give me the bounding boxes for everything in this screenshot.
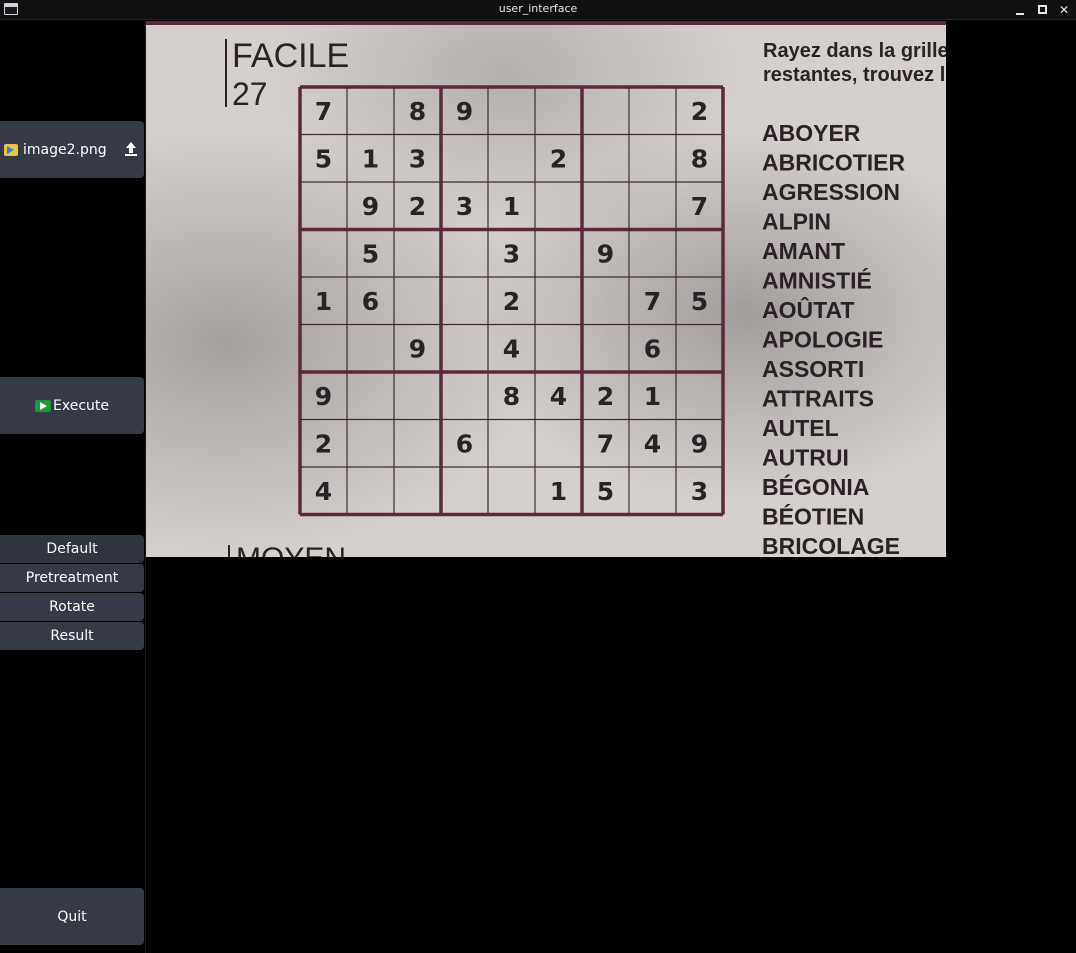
grid-digit: 4 [644,429,661,458]
grid-digit: 4 [550,382,567,411]
maximize-button[interactable] [1033,1,1051,19]
puzzle-number: 27 [232,76,268,112]
grid-digit: 2 [503,287,520,316]
grid-digit: 2 [409,192,426,221]
word-list-item: ALPIN [762,209,831,235]
difficulty-label: FACILE [232,37,349,75]
grid-digit: 7 [597,429,614,458]
mode-result-button[interactable]: Result [0,622,144,650]
grid-digit: 1 [362,144,379,173]
grid-digit: 1 [644,382,661,411]
grid-digit: 8 [503,382,520,411]
grid-digit: 3 [409,144,426,173]
grid-digit: 2 [597,382,614,411]
mode-label: Result [50,628,94,644]
grid-digit: 5 [362,239,379,268]
grid-digit: 2 [550,144,567,173]
title-bar: user_interface ✕ [0,0,1076,20]
grid-digit: 3 [456,192,473,221]
grid-digit: 4 [315,477,332,506]
grid-digit: 3 [503,239,520,268]
word-list-item: ABOYER [762,120,861,146]
grid-digit: 8 [691,144,708,173]
grid-digit: 9 [315,382,332,411]
grid-digit: 2 [315,429,332,458]
grid-digit: 5 [315,144,332,173]
grid-digit: 9 [597,239,614,268]
sidebar: image2.png Execute Default Pretreatment … [0,21,146,953]
play-icon [35,399,51,412]
grid-digit: 8 [409,97,426,126]
word-list-item: BÉOTIEN [762,503,864,530]
window-title: user_interface [498,2,578,15]
quit-label: Quit [57,908,87,925]
grid-digit: 5 [597,477,614,506]
image-file-icon [4,143,18,156]
close-button[interactable]: ✕ [1055,1,1073,19]
word-list-item: ABRICOTIER [762,150,906,176]
word-list-item: AMNISTIÉ [762,267,872,294]
grid-digit: 6 [644,334,661,363]
word-list-item: BRICOLAGE [762,533,900,557]
grid-digit: 1 [550,477,567,506]
mode-label: Rotate [49,599,95,615]
word-list-item: BÉGONIA [762,473,869,500]
minimize-button[interactable] [1011,1,1029,19]
mode-rotate-button[interactable]: Rotate [0,593,144,621]
grid-digit: 7 [315,97,332,126]
grid-digit: 1 [503,192,520,221]
grid-digit: 5 [691,287,708,316]
grid-digit: 4 [503,334,520,363]
next-difficulty-label: MOYEN [236,542,346,557]
word-list-item: AUTRUI [762,445,849,471]
mode-default-button[interactable]: Default [0,535,144,563]
word-list-item: ATTRAITS [762,386,874,412]
grid-digit: 9 [409,334,426,363]
word-list-item: APOLOGIE [762,327,883,353]
mode-label: Default [46,541,98,557]
grid-digit: 7 [691,192,708,221]
grid-digit: 9 [456,97,473,126]
execute-label: Execute [53,397,109,414]
execute-button[interactable]: Execute [0,377,144,434]
mode-label: Pretreatment [25,570,119,586]
grid-digit: 9 [362,192,379,221]
word-list-item: AMANT [762,238,845,264]
grid-digit: 6 [456,429,473,458]
instruction-line-2: restantes, trouvez l [763,64,945,86]
word-list-item: AOÛTAT [762,296,854,323]
word-list-item: ASSORTI [762,356,864,382]
image-viewer: FACILE 27 MOYEN 789251328923175391627594… [146,21,946,557]
instruction-line-1: Rayez dans la grille [763,40,946,62]
word-list-item: AGRESSION [762,179,900,205]
upload-icon[interactable] [124,141,138,157]
grid-digit: 6 [362,287,379,316]
word-list-item: AUTEL [762,415,839,441]
mode-pretreatment-button[interactable]: Pretreatment [0,564,144,592]
sudoku-photo: FACILE 27 MOYEN 789251328923175391627594… [146,21,946,557]
grid-digit: 3 [691,477,708,506]
grid-digit: 7 [644,287,661,316]
file-select-button[interactable]: image2.png [0,121,144,178]
grid-digit: 2 [691,97,708,126]
quit-button[interactable]: Quit [0,888,144,945]
grid-digit: 9 [691,429,708,458]
grid-digit: 1 [315,287,332,316]
file-name-label: image2.png [23,141,107,158]
